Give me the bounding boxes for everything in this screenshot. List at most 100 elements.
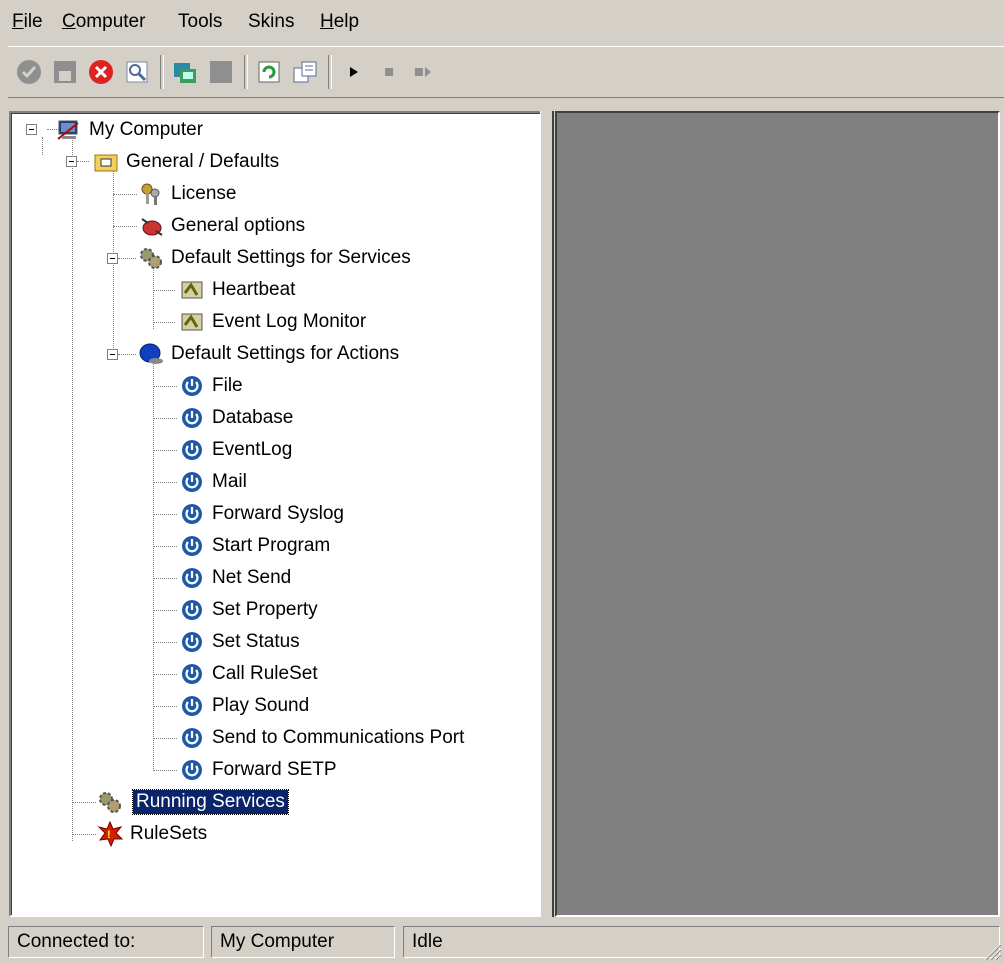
- power-action-icon: [179, 565, 205, 591]
- power-action-icon: [179, 597, 205, 623]
- power-action-icon: [179, 405, 205, 431]
- power-action-icon: [179, 469, 205, 495]
- tree-node-general-options[interactable]: General options: [138, 211, 308, 241]
- power-action-icon: [179, 373, 205, 399]
- tree-node-action[interactable]: Set Status: [179, 627, 303, 657]
- gears-icon: [138, 245, 164, 271]
- tree-line: [153, 361, 154, 771]
- tree-node-action[interactable]: Send to Communications Port: [179, 723, 467, 753]
- tree-node-action[interactable]: Call RuleSet: [179, 659, 321, 689]
- play-button[interactable]: [336, 55, 370, 89]
- svg-text:!: !: [107, 829, 111, 841]
- computer-connect-icon: [174, 63, 196, 83]
- tree-line: [113, 226, 137, 227]
- status-connected-label: Connected to:: [8, 926, 204, 958]
- save-button[interactable]: [48, 55, 82, 89]
- ok-icon: [17, 60, 41, 84]
- menu-computer[interactable]: Computer: [60, 10, 147, 34]
- tree-line: [153, 265, 154, 329]
- stop-service-button[interactable]: [372, 55, 406, 89]
- tree-line: [153, 290, 175, 291]
- tree-line: [118, 354, 136, 355]
- menu-tools[interactable]: Tools: [176, 10, 224, 34]
- tree-node-action[interactable]: File: [179, 371, 246, 401]
- tree-line: [153, 418, 177, 419]
- power-action-icon: [179, 533, 205, 559]
- step-button[interactable]: [406, 55, 440, 89]
- toolbar: [8, 46, 1004, 98]
- toolbar-separator: [160, 55, 164, 89]
- settings-button[interactable]: [288, 55, 322, 89]
- tree-node-action[interactable]: Set Property: [179, 595, 321, 625]
- tree-node-my-computer[interactable]: My Computer: [56, 115, 206, 145]
- tree-line: [153, 674, 177, 675]
- tree-view[interactable]: My Computer General / Defaults License G…: [9, 111, 542, 917]
- collapse-toggle-my-computer[interactable]: [26, 124, 37, 135]
- search-config-icon: [126, 61, 148, 83]
- tree-node-running-services-label[interactable]: Running Services: [132, 787, 289, 817]
- stop-button[interactable]: [84, 55, 118, 89]
- connect-button[interactable]: [168, 55, 202, 89]
- detail-pane: [555, 111, 1000, 917]
- tree-line: [42, 137, 43, 155]
- tree-node-default-actions[interactable]: Default Settings for Actions: [138, 339, 402, 369]
- tree-line: [153, 642, 177, 643]
- disabled-monitor-icon: [210, 61, 232, 83]
- tree-line: [153, 706, 177, 707]
- tree-line: [72, 802, 96, 803]
- tree-node-general-defaults[interactable]: General / Defaults: [93, 147, 282, 177]
- tree-node-action[interactable]: EventLog: [179, 435, 295, 465]
- tree-node-event-log-monitor[interactable]: Event Log Monitor: [179, 307, 369, 337]
- tree-node-action[interactable]: Database: [179, 403, 296, 433]
- tree-line: [153, 738, 177, 739]
- tree-line: [153, 322, 175, 323]
- tree-line: [118, 258, 136, 259]
- tree-node-heartbeat[interactable]: Heartbeat: [179, 275, 298, 305]
- tree-node-rulesets[interactable]: ! RuleSets: [97, 819, 210, 849]
- tree-line: [153, 578, 177, 579]
- tree-node-action[interactable]: Start Program: [179, 531, 333, 561]
- tree-node-action[interactable]: Net Send: [179, 563, 294, 593]
- step-icon: [415, 67, 431, 77]
- power-action-icon: [179, 757, 205, 783]
- refresh-icon: [258, 61, 280, 83]
- save-icon: [54, 61, 76, 83]
- options-bug-icon: [138, 213, 164, 239]
- refresh-button[interactable]: [252, 55, 286, 89]
- service-icon: [179, 277, 205, 303]
- tree-line: [153, 482, 177, 483]
- tree-node-action[interactable]: Forward SETP: [179, 755, 340, 785]
- tree-line: [153, 546, 177, 547]
- collapse-toggle-default-actions[interactable]: [107, 349, 118, 360]
- menu-file[interactable]: File: [10, 10, 45, 34]
- menu-bar: File Computer Tools Skins Help: [0, 0, 1004, 46]
- tree-line: [72, 137, 73, 841]
- pane-splitter[interactable]: [540, 111, 554, 917]
- stop-error-icon: [89, 60, 113, 84]
- power-action-icon: [179, 661, 205, 687]
- resize-grip-icon[interactable]: [980, 939, 1002, 961]
- toolbar-separator: [244, 55, 248, 89]
- menu-help[interactable]: Help: [318, 10, 361, 34]
- settings-icon: [293, 61, 317, 83]
- power-action-icon: [179, 629, 205, 655]
- tree-node-action[interactable]: Play Sound: [179, 691, 312, 721]
- monitor-button[interactable]: [204, 55, 238, 89]
- tree-line: [113, 194, 137, 195]
- collapse-toggle-default-services[interactable]: [107, 253, 118, 264]
- tree-node-action[interactable]: Mail: [179, 467, 250, 497]
- tree-node-license[interactable]: License: [138, 179, 240, 209]
- tree-node-default-services[interactable]: Default Settings for Services: [138, 243, 414, 273]
- search-config-button[interactable]: [120, 55, 154, 89]
- ruleset-burst-icon: !: [97, 821, 123, 847]
- stop-icon: [385, 68, 393, 76]
- status-computer: My Computer: [211, 926, 395, 958]
- tree-node-action[interactable]: Forward Syslog: [179, 499, 347, 529]
- collapse-toggle-general-defaults[interactable]: [66, 156, 77, 167]
- ok-button[interactable]: [12, 55, 46, 89]
- power-action-icon: [179, 725, 205, 751]
- menu-skins[interactable]: Skins: [246, 10, 296, 34]
- tree-node-running-services[interactable]: [97, 787, 127, 817]
- gears-icon: [97, 789, 123, 815]
- computer-icon: [56, 117, 82, 143]
